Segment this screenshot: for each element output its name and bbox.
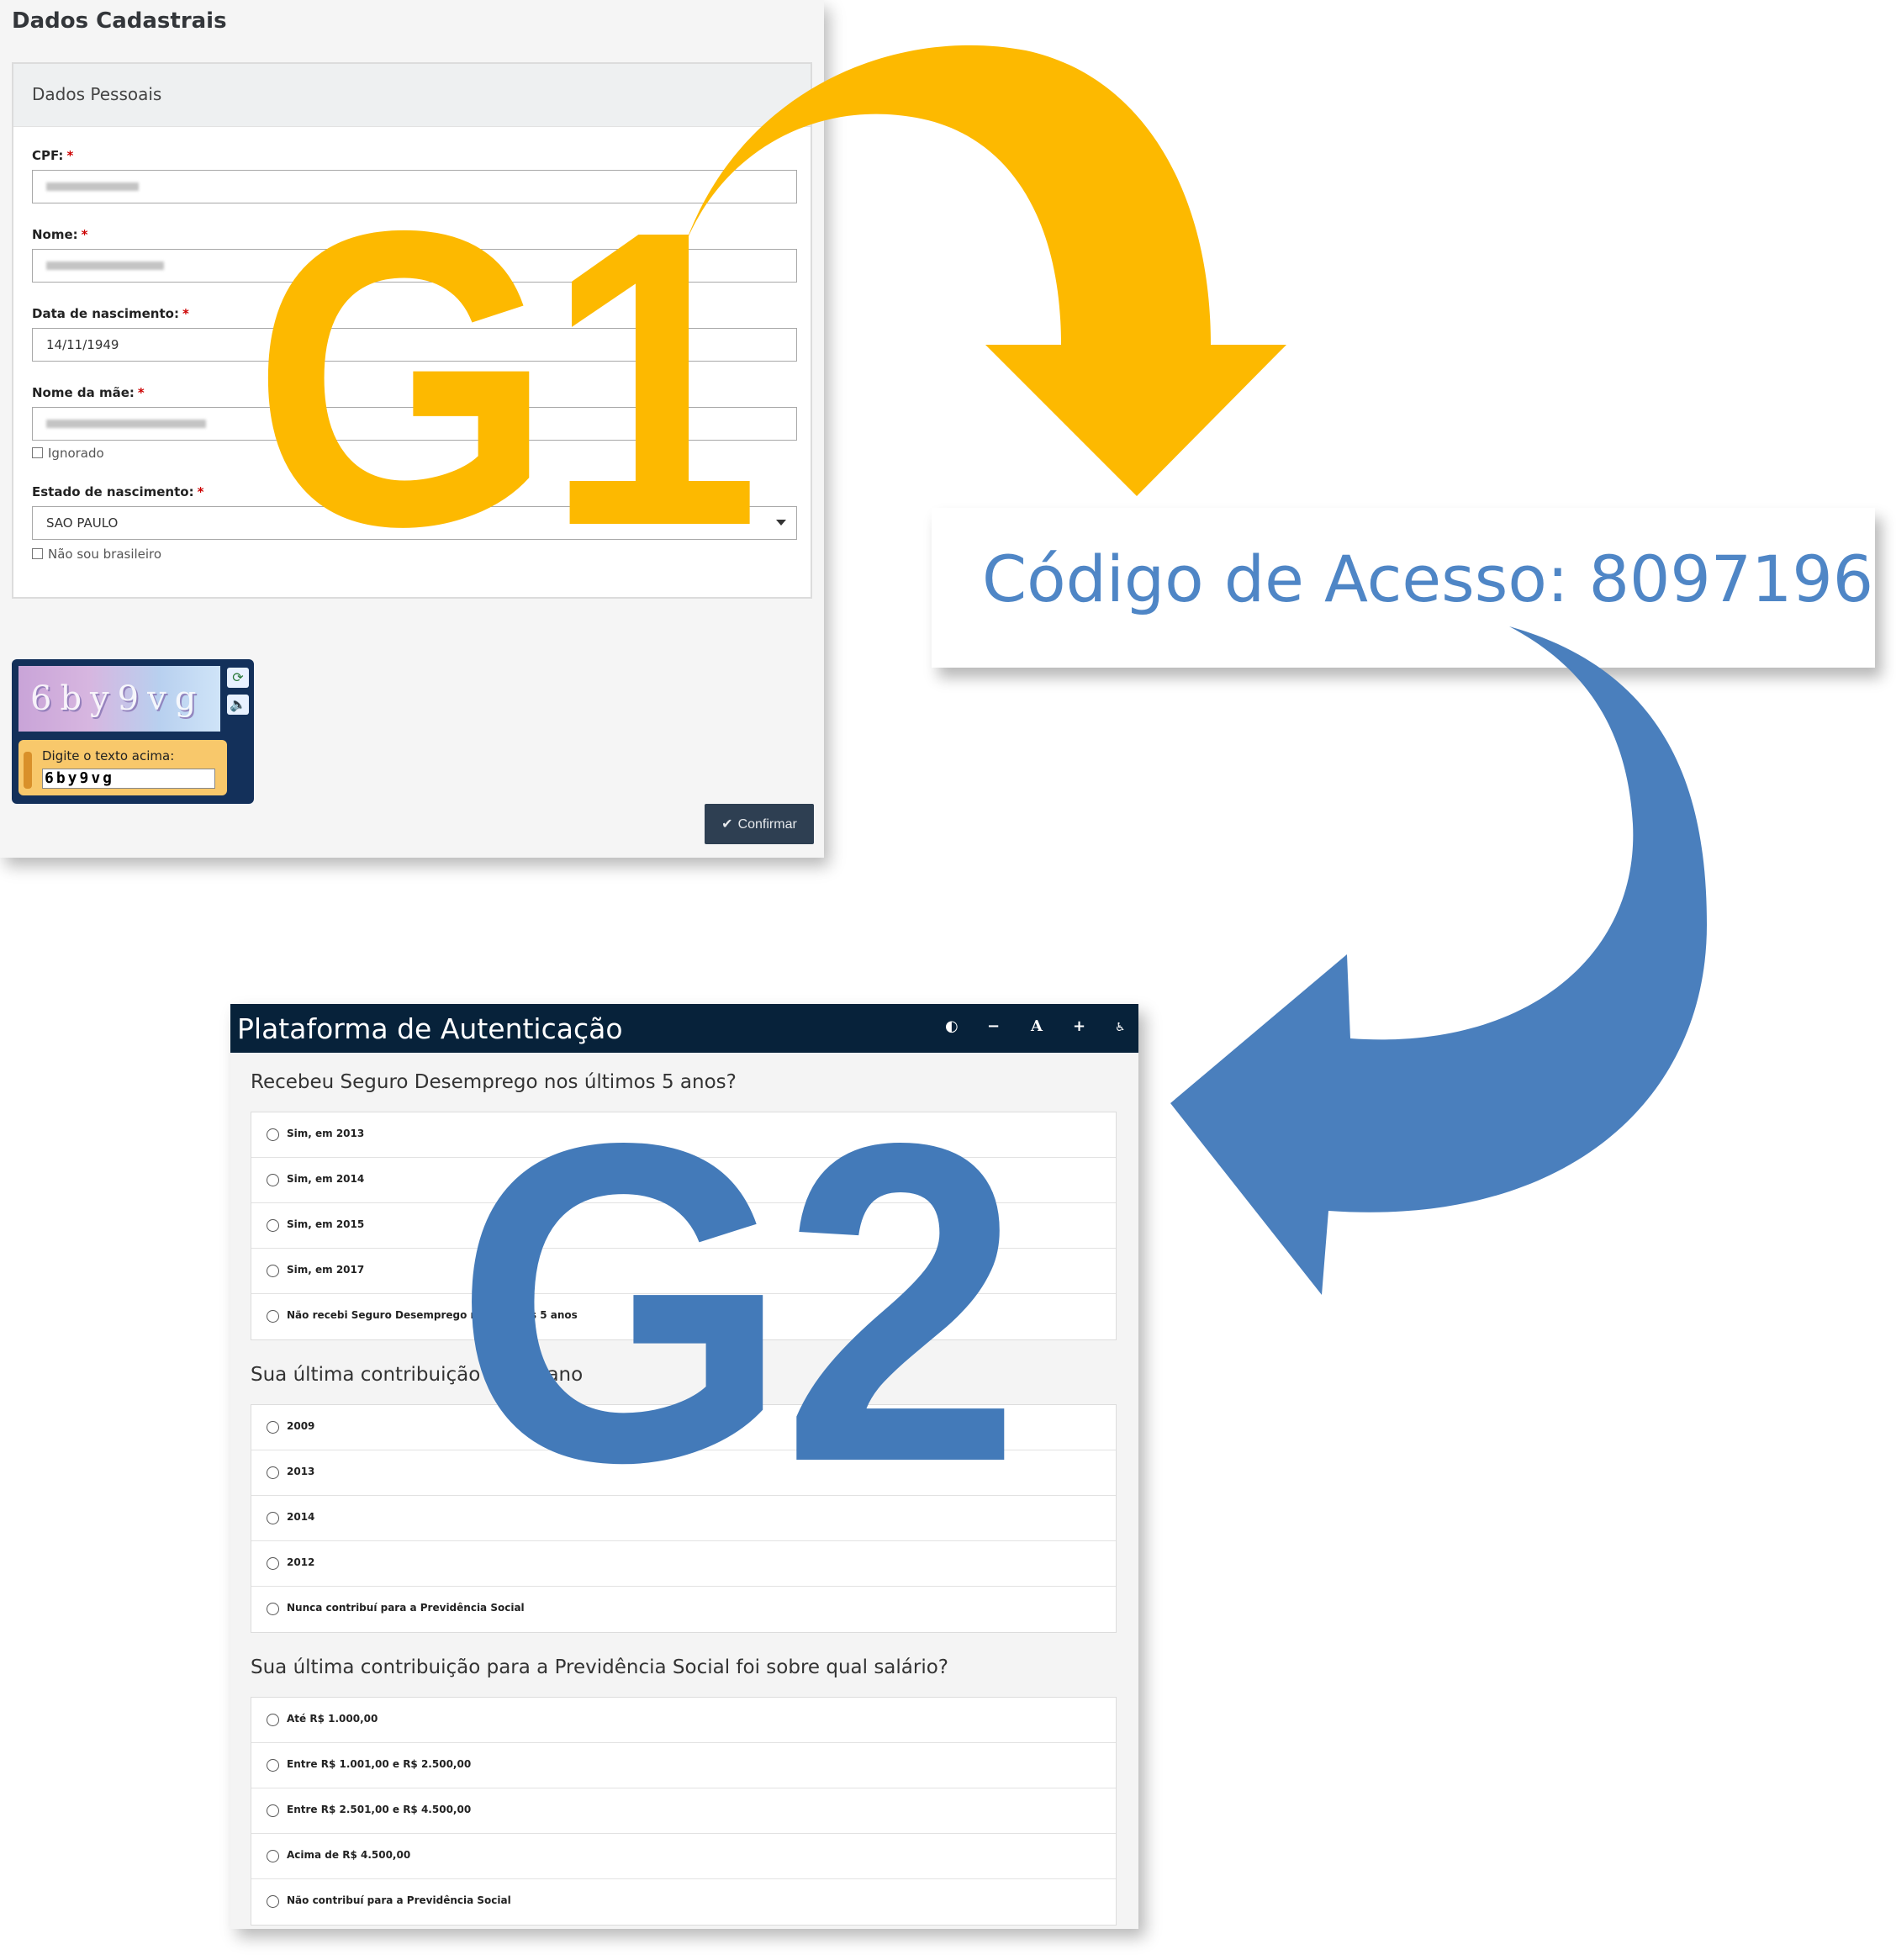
radio-button[interactable] xyxy=(267,1603,279,1615)
estado-label: Estado de nascimento: * xyxy=(32,484,204,499)
radio-button[interactable] xyxy=(267,1128,279,1141)
option-label: Até R$ 1.000,00 xyxy=(287,1713,378,1725)
radio-button[interactable] xyxy=(267,1219,279,1232)
option-label: 2009 xyxy=(287,1420,315,1432)
question-options: 2009 2013 2014 2012 Nunca contribuí para… xyxy=(251,1404,1117,1633)
estado-select[interactable]: SAO PAULO xyxy=(32,506,797,540)
radio-button[interactable] xyxy=(267,1714,279,1726)
captcha-entry: Digite o texto acima: 6by9vg xyxy=(18,740,227,795)
captcha-image: 6by9vg xyxy=(18,666,220,732)
option-label: Acima de R$ 4.500,00 xyxy=(287,1849,411,1861)
radio-button[interactable] xyxy=(267,1512,279,1524)
radio-button[interactable] xyxy=(267,1557,279,1570)
radio-button[interactable] xyxy=(267,1850,279,1862)
nome-label: Nome: * xyxy=(32,227,88,242)
plataforma-autenticacao-panel: Plataforma de Autenticação ◐ − A + ♿ Rec… xyxy=(230,1004,1138,1929)
option-row[interactable]: Sim, em 2017 xyxy=(251,1249,1116,1294)
ignorado-label: Ignorado xyxy=(48,446,104,461)
option-row[interactable]: Nunca contribuí para a Previdência Socia… xyxy=(251,1587,1116,1632)
panel-title: Dados Cadastrais xyxy=(12,8,227,34)
redacted-value xyxy=(46,182,139,191)
option-row[interactable]: Acima de R$ 4.500,00 xyxy=(251,1834,1116,1879)
header-bar: Plataforma de Autenticação ◐ − A + ♿ xyxy=(230,1004,1138,1053)
captcha-hint: Digite o texto acima: xyxy=(42,748,175,763)
font-increase-button[interactable]: + xyxy=(1073,1017,1085,1035)
mae-label: Nome da mãe: * xyxy=(32,385,145,400)
captcha-widget: 6by9vg ⟳ 🔈 Digite o texto acima: 6by9vg xyxy=(12,659,254,804)
option-row[interactable]: Entre R$ 1.001,00 e R$ 2.500,00 xyxy=(251,1743,1116,1788)
contrast-icon[interactable]: ◐ xyxy=(945,1017,959,1035)
cpf-label: CPF: * xyxy=(32,148,74,163)
radio-button[interactable] xyxy=(267,1174,279,1186)
redacted-value xyxy=(46,262,164,270)
option-label: Nunca contribuí para a Previdência Socia… xyxy=(287,1602,525,1614)
option-label: 2012 xyxy=(287,1556,315,1568)
nao-brasileiro-checkbox[interactable]: Não sou brasileiro xyxy=(32,547,161,562)
option-label: Sim, em 2013 xyxy=(287,1128,365,1139)
option-label: Entre R$ 2.501,00 e R$ 4.500,00 xyxy=(287,1804,472,1815)
radio-button[interactable] xyxy=(267,1310,279,1323)
nascimento-label: Data de nascimento: * xyxy=(32,306,189,321)
check-icon: ✔ xyxy=(721,817,733,832)
option-row[interactable]: Sim, em 2013 xyxy=(251,1112,1116,1158)
option-label: Não contribuí para a Previdência Social xyxy=(287,1894,511,1906)
option-label: Sim, em 2017 xyxy=(287,1264,365,1276)
ignorado-checkbox[interactable]: Ignorado xyxy=(32,446,104,461)
option-label: 2013 xyxy=(287,1466,315,1477)
arrow-icon xyxy=(24,752,32,789)
option-row[interactable]: 2012 xyxy=(251,1541,1116,1587)
captcha-input[interactable]: 6by9vg xyxy=(42,769,215,789)
card-header-title: Dados Pessoais xyxy=(32,84,162,104)
option-row[interactable]: Não recebi Seguro Desemprego nos últimos… xyxy=(251,1294,1116,1339)
confirm-button[interactable]: ✔ Confirmar xyxy=(705,804,814,844)
card-header: Dados Pessoais xyxy=(13,64,811,127)
option-row[interactable]: 2014 xyxy=(251,1496,1116,1541)
font-decrease-button[interactable]: − xyxy=(987,1017,1000,1035)
option-label: 2014 xyxy=(287,1511,315,1523)
page-title: Plataforma de Autenticação xyxy=(237,1012,623,1045)
font-reset-button[interactable]: A xyxy=(1031,1017,1043,1035)
cpf-field[interactable] xyxy=(32,170,797,203)
question-title: Recebeu Seguro Desemprego nos últimos 5 … xyxy=(251,1071,737,1093)
option-row[interactable]: Entre R$ 2.501,00 e R$ 4.500,00 xyxy=(251,1788,1116,1834)
checkbox-box[interactable] xyxy=(32,548,43,559)
radio-button[interactable] xyxy=(267,1759,279,1772)
option-label: Entre R$ 1.001,00 e R$ 2.500,00 xyxy=(287,1758,472,1770)
dados-cadastrais-panel: Dados Cadastrais Dados Pessoais CPF: * No… xyxy=(0,0,824,858)
redacted-value xyxy=(46,420,206,428)
refresh-icon[interactable]: ⟳ xyxy=(227,668,249,688)
caret-down-icon xyxy=(776,520,786,526)
radio-button[interactable] xyxy=(267,1804,279,1817)
radio-button[interactable] xyxy=(267,1895,279,1908)
radio-button[interactable] xyxy=(267,1265,279,1277)
codigo-acesso-card: Código de Acesso: 8097196 xyxy=(932,508,1875,668)
question-options: Até R$ 1.000,00 Entre R$ 1.001,00 e R$ 2… xyxy=(251,1697,1117,1926)
option-row[interactable]: Sim, em 2015 xyxy=(251,1203,1116,1249)
question-title: Sua última contribuição para a Previdênc… xyxy=(251,1656,949,1678)
nao-brasileiro-label: Não sou brasileiro xyxy=(48,547,162,562)
option-label: Sim, em 2014 xyxy=(287,1173,365,1185)
question-options: Sim, em 2013 Sim, em 2014 Sim, em 2015 S… xyxy=(251,1112,1117,1340)
confirm-label: Confirmar xyxy=(737,817,797,832)
option-label: Sim, em 2015 xyxy=(287,1218,365,1230)
option-label: Não recebi Seguro Desemprego nos últimos… xyxy=(287,1309,578,1321)
option-row[interactable]: 2013 xyxy=(251,1450,1116,1496)
nome-field[interactable] xyxy=(32,249,797,283)
option-row[interactable]: Sim, em 2014 xyxy=(251,1158,1116,1203)
mae-field[interactable] xyxy=(32,407,797,441)
question-title: Sua última contribuição foi no ano xyxy=(251,1364,584,1386)
accessibility-icon[interactable]: ♿ xyxy=(1115,1021,1126,1034)
option-row[interactable]: Até R$ 1.000,00 xyxy=(251,1698,1116,1743)
curved-arrow-icon xyxy=(1170,626,1707,1295)
dados-pessoais-card: Dados Pessoais CPF: * Nome: * Data de nasc… xyxy=(12,62,812,599)
radio-button[interactable] xyxy=(267,1421,279,1434)
radio-button[interactable] xyxy=(267,1466,279,1479)
nascimento-field[interactable]: 14/11/1949 xyxy=(32,328,797,362)
checkbox-box[interactable] xyxy=(32,447,43,458)
estado-selected-value: SAO PAULO xyxy=(46,515,119,531)
option-row[interactable]: 2009 xyxy=(251,1405,1116,1450)
codigo-acesso-text: Código de Acesso: 8097196 xyxy=(982,542,1874,616)
option-row[interactable]: Não contribuí para a Previdência Social xyxy=(251,1879,1116,1925)
speaker-icon[interactable]: 🔈 xyxy=(227,695,249,715)
